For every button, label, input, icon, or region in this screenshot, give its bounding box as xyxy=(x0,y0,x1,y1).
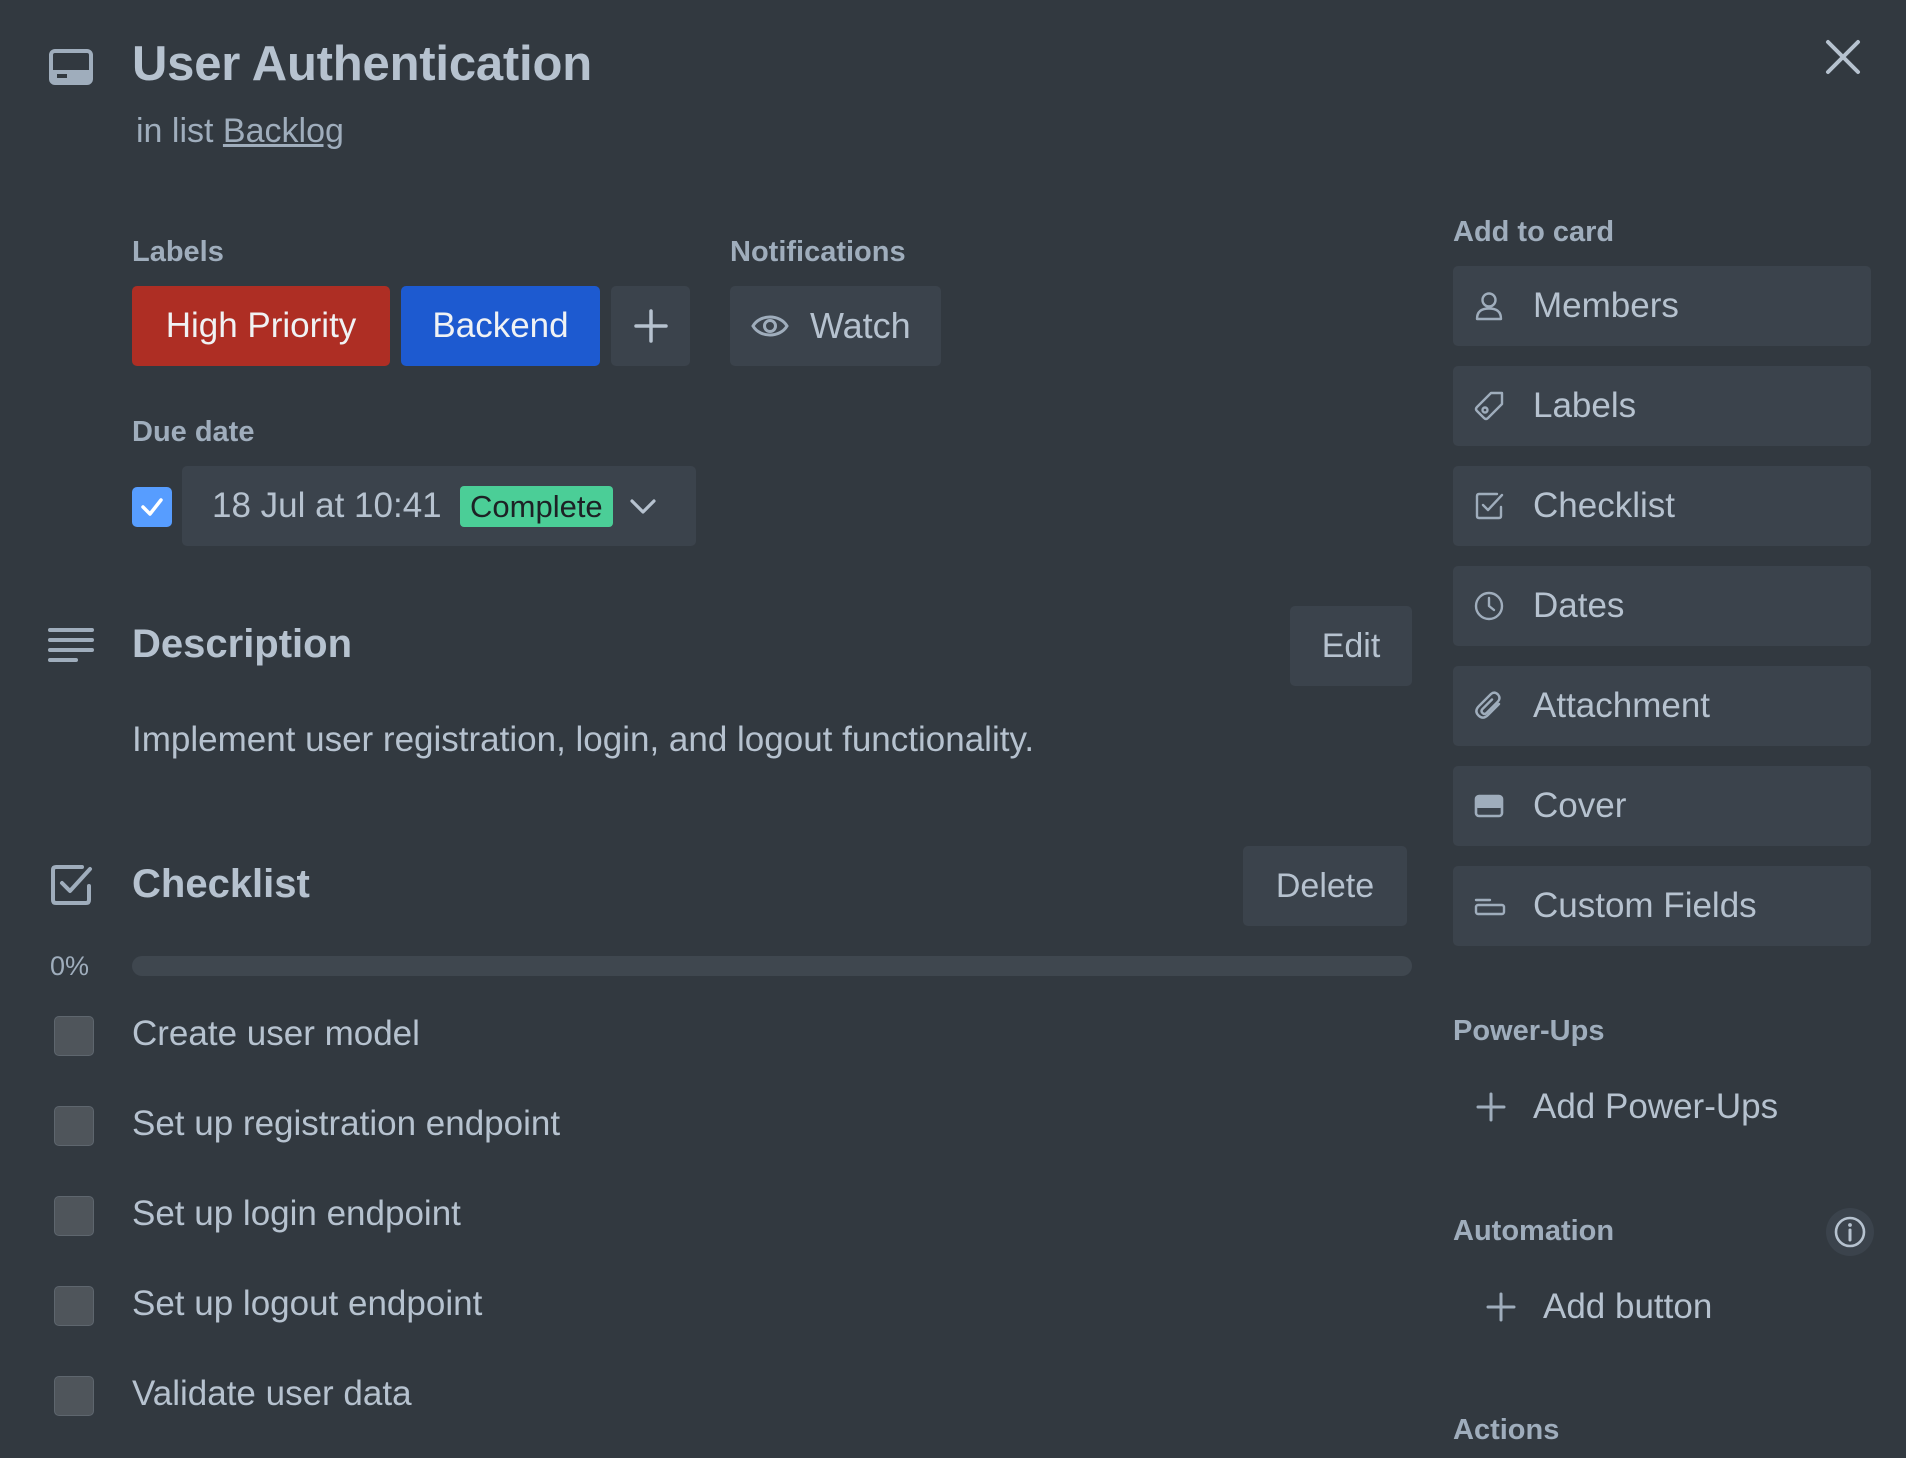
checklist-progress-percent: 0% xyxy=(50,951,90,981)
labels-button[interactable]: Labels xyxy=(1453,366,1871,446)
checklist-icon xyxy=(50,864,94,906)
plus-icon xyxy=(633,309,668,343)
list-info: in list Backlog xyxy=(136,112,344,151)
checklist-item-label[interactable]: Set up logout endpoint xyxy=(132,1284,482,1324)
checklist-button[interactable]: Checklist xyxy=(1453,466,1871,546)
actions-heading: Actions xyxy=(1453,1414,1560,1446)
attachment-label: Attachment xyxy=(1533,686,1711,725)
attachment-button[interactable]: Attachment xyxy=(1453,666,1871,746)
members-button[interactable]: Members xyxy=(1453,266,1871,346)
cover-button[interactable]: Cover xyxy=(1453,766,1871,846)
checklist-item[interactable]: Set up logout endpoint xyxy=(0,1262,1420,1352)
checkmark-icon xyxy=(141,498,163,516)
label-chip-high-priority[interactable]: High Priority xyxy=(132,286,390,366)
checklist-heading: Checklist xyxy=(132,862,310,906)
due-date-complete-checkbox[interactable] xyxy=(132,487,172,527)
description-icon xyxy=(48,626,94,666)
person-icon xyxy=(1475,292,1503,321)
checklist-label: Checklist xyxy=(1533,486,1675,525)
info-icon xyxy=(1834,1216,1866,1248)
description-text[interactable]: Implement user registration, login, and … xyxy=(132,720,1034,760)
label-chip-backend[interactable]: Backend xyxy=(401,286,600,366)
due-date-value: 18 Jul at 10:41 xyxy=(212,486,442,525)
add-automation-button[interactable]: Add button xyxy=(1453,1272,1871,1342)
tag-icon xyxy=(1474,391,1504,421)
checklist-item[interactable]: Validate user data xyxy=(0,1352,1420,1442)
cover-icon xyxy=(1474,794,1504,818)
members-label: Members xyxy=(1533,286,1679,325)
due-date-button[interactable]: 18 Jul at 10:41 Complete xyxy=(182,466,696,546)
card-title[interactable]: User Authentication xyxy=(132,36,592,92)
close-button[interactable] xyxy=(1820,34,1866,80)
due-date-heading: Due date xyxy=(132,416,255,448)
status-badge: Complete xyxy=(460,486,613,527)
checklist-item[interactable]: Create user model xyxy=(0,992,1420,1082)
dates-label: Dates xyxy=(1533,586,1625,625)
custom-fields-icon xyxy=(1474,898,1506,916)
checklist-item-label[interactable]: Validate user data xyxy=(132,1374,412,1414)
checkbox-icon xyxy=(1475,492,1504,520)
checklist-item-checkbox[interactable] xyxy=(54,1106,94,1146)
labels-heading: Labels xyxy=(132,236,224,268)
plus-icon xyxy=(1476,1092,1506,1122)
watch-button[interactable]: Watch xyxy=(730,286,941,366)
description-heading: Description xyxy=(132,622,353,666)
add-to-card-heading: Add to card xyxy=(1453,216,1615,248)
automation-info-button[interactable] xyxy=(1826,1208,1874,1256)
checklist-item-label[interactable]: Set up registration endpoint xyxy=(132,1104,560,1144)
automation-heading: Automation xyxy=(1453,1215,1615,1247)
checklist-progress-bar xyxy=(132,956,1412,976)
power-ups-heading: Power-Ups xyxy=(1453,1015,1605,1047)
notifications-heading: Notifications xyxy=(730,236,906,268)
custom-fields-label: Custom Fields xyxy=(1533,886,1757,925)
dates-button[interactable]: Dates xyxy=(1453,566,1871,646)
add-button-label: Add button xyxy=(1543,1287,1713,1326)
close-icon xyxy=(1826,40,1860,74)
cover-label: Cover xyxy=(1533,786,1627,825)
chevron-down-icon xyxy=(630,499,656,514)
checklist-item-checkbox[interactable] xyxy=(54,1016,94,1056)
add-power-ups-label: Add Power-Ups xyxy=(1533,1087,1779,1126)
checklist-item-checkbox[interactable] xyxy=(54,1286,94,1326)
checklist-item[interactable]: Set up login endpoint xyxy=(0,1172,1420,1262)
clock-icon xyxy=(1474,591,1504,621)
checklist-item-checkbox[interactable] xyxy=(54,1196,94,1236)
add-power-ups-button[interactable]: Add Power-Ups xyxy=(1453,1072,1871,1142)
list-prefix: in list xyxy=(136,112,223,150)
eye-icon xyxy=(751,315,789,337)
checklist-item-label[interactable]: Set up login endpoint xyxy=(132,1194,461,1234)
checklist-item[interactable]: Set up registration endpoint xyxy=(0,1082,1420,1172)
edit-description-button[interactable]: Edit xyxy=(1290,606,1412,686)
watch-label: Watch xyxy=(810,305,911,346)
list-link[interactable]: Backlog xyxy=(223,112,344,150)
labels-label: Labels xyxy=(1533,386,1637,425)
checklist-item-label[interactable]: Create user model xyxy=(132,1014,420,1054)
custom-fields-button[interactable]: Custom Fields xyxy=(1453,866,1871,946)
delete-checklist-button[interactable]: Delete xyxy=(1243,846,1407,926)
card-icon xyxy=(48,48,94,88)
paperclip-icon xyxy=(1475,691,1501,719)
checklist-item-checkbox[interactable] xyxy=(54,1376,94,1416)
plus-icon xyxy=(1486,1292,1516,1322)
add-label-button[interactable] xyxy=(611,286,690,366)
